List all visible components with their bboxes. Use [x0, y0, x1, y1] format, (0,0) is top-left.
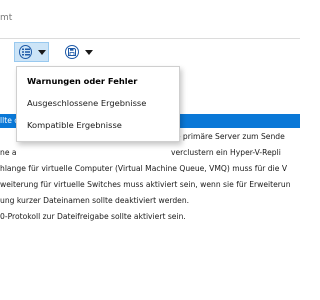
filter-list-icon: [19, 45, 32, 59]
toolbar: [0, 38, 300, 66]
result-text: ne a: [0, 148, 17, 157]
title-bar: mt: [0, 0, 300, 39]
list-item[interactable]: ung kurzer Dateinamen sollte deaktiviert…: [0, 194, 300, 208]
save-icon: [65, 45, 79, 59]
menu-item-warnings-or-errors[interactable]: Warnungen oder Fehler: [27, 76, 137, 86]
window-title: mt: [0, 13, 13, 23]
save-button[interactable]: [60, 42, 98, 62]
filter-dropdown-menu: Warnungen oder Fehler Ausgeschlossene Er…: [16, 66, 180, 142]
list-item[interactable]: 0-Protokoll zur Dateifreigabe sollte akt…: [0, 210, 300, 224]
result-text: weiterung für virtuelle Switches muss ak…: [0, 180, 291, 189]
result-text: verclustern ein Hyper-V-Repli: [171, 148, 281, 157]
result-text: 0-Protokoll zur Dateifreigabe sollte akt…: [0, 212, 186, 221]
filter-button[interactable]: [14, 42, 49, 62]
menu-item-excluded-results[interactable]: Ausgeschlossene Ergebnisse: [27, 98, 146, 108]
result-text: hlange für virtuelle Computer (Virtual M…: [0, 164, 288, 173]
result-text: he primäre Server zum Sende: [171, 132, 285, 141]
list-item[interactable]: weiterung für virtuelle Switches muss ak…: [0, 178, 300, 192]
menu-item-compatible-results[interactable]: Kompatible Ergebnisse: [27, 120, 122, 130]
list-item[interactable]: hlange für virtuelle Computer (Virtual M…: [0, 162, 300, 176]
chevron-down-icon: [85, 49, 93, 55]
result-text: ung kurzer Dateinamen sollte deaktiviert…: [0, 196, 190, 205]
chevron-down-icon: [38, 49, 46, 55]
list-item[interactable]: ne a verclustern ein Hyper-V-Repli: [0, 146, 300, 160]
